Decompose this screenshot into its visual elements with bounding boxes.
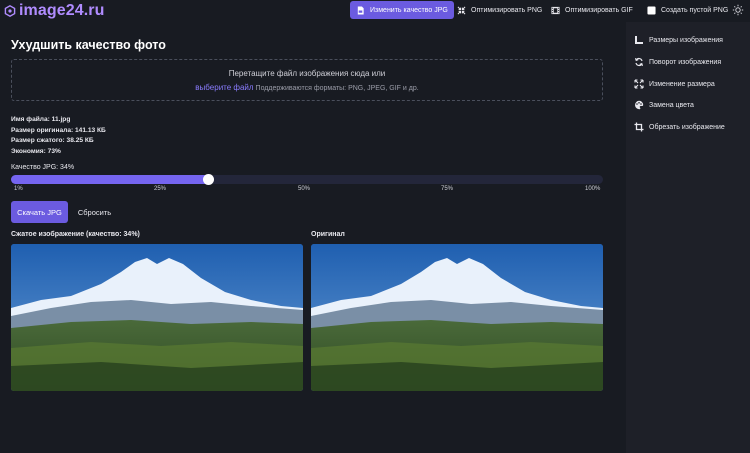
sidebar-item-label: Обрезать изображение <box>649 123 725 131</box>
nav-change-jpg-quality[interactable]: Изменить качество JPG <box>350 1 454 19</box>
dropzone-text: Перетащите файл изображения сюда или <box>228 69 386 78</box>
compressed-size: Размер сжатого: 38.25 КБ <box>11 137 94 144</box>
original-image-caption: Оригинал <box>311 231 345 238</box>
rotate-icon <box>634 57 644 67</box>
slider-tick: 100% <box>585 186 601 192</box>
sidebar-item-resize[interactable]: Изменение размера <box>634 77 715 91</box>
compressed-image <box>11 244 303 391</box>
file-dropzone[interactable]: Перетащите файл изображения сюда или выб… <box>11 59 603 101</box>
nav-label: Создать пустой PNG <box>661 6 729 14</box>
file-name: Имя файла: 11.jpg <box>11 116 71 123</box>
original-image <box>311 244 603 391</box>
sidebar-item-crop-image[interactable]: Обрезать изображение <box>634 120 725 134</box>
blank-square-icon <box>647 5 656 15</box>
supported-formats-text: Поддерживаются форматы: PNG, JPEG, GIF и… <box>255 85 419 92</box>
compressed-image-caption: Сжатое изображение (качество: 34%) <box>11 231 140 238</box>
logo-icon <box>4 5 16 17</box>
original-size: Размер оригинала: 141.13 КБ <box>11 126 106 134</box>
choose-file-link[interactable]: выберите файл <box>195 83 253 92</box>
logo[interactable]: image24.ru <box>4 2 104 20</box>
ruler-corner-icon <box>635 36 643 44</box>
slider-tick: 25% <box>154 186 167 192</box>
quality-slider[interactable] <box>11 174 603 185</box>
main-content: Ухудшить качество фото Перетащите файл и… <box>0 22 626 453</box>
slider-tick: 1% <box>14 186 23 192</box>
file-info: Имя файла: 11.jpg Размер оригинала: 141.… <box>11 115 106 157</box>
nav-create-blank-png[interactable]: Создать пустой PNG <box>641 1 734 19</box>
nav-optimize-gif[interactable]: Оптимизировать GIF <box>545 1 639 19</box>
top-header: image24.ru Изменить качество JPG Оптимиз… <box>0 0 750 22</box>
nav-label: Оптимизировать GIF <box>565 6 633 14</box>
quality-slider-thumb[interactable] <box>202 174 214 185</box>
sidebar-item-label: Размеры изображения <box>649 36 723 44</box>
resize-arrows-icon <box>634 79 644 89</box>
nav-label: Изменить качество JPG <box>370 6 448 14</box>
compress-arrows-icon <box>457 6 466 14</box>
sidebar-item-label: Поворот изображения <box>649 58 722 66</box>
logo-text: image24.ru <box>19 2 105 19</box>
quality-slider-fill <box>11 175 214 184</box>
reset-button[interactable]: Сбросить <box>72 201 117 223</box>
sidebar-item-image-dimensions[interactable]: Размеры изображения <box>634 33 723 47</box>
sidebar-item-label: Замена цвета <box>649 101 694 109</box>
nav-label: Оптимизировать PNG <box>471 6 543 14</box>
sidebar-item-rotate-image[interactable]: Поворот изображения <box>634 55 721 69</box>
page-title: Ухудшить качество фото <box>11 38 166 52</box>
file-jpg-icon <box>357 5 364 15</box>
sun-icon[interactable] <box>732 4 744 16</box>
tools-sidebar: Размеры изображения Поворот изображения … <box>626 22 750 453</box>
palette-icon <box>635 100 644 110</box>
film-icon <box>551 6 560 14</box>
slider-tick: 75% <box>441 186 454 192</box>
savings: Экономия: 73% <box>11 147 61 155</box>
crop-icon <box>634 122 644 132</box>
quality-label: Качество JPG: 34% <box>11 164 75 171</box>
nav-optimize-png[interactable]: Оптимизировать PNG <box>451 1 548 19</box>
slider-tick: 50% <box>298 186 311 192</box>
sidebar-item-label: Изменение размера <box>649 80 715 88</box>
dropzone-formats-line: выберите файл Поддерживаются форматы: PN… <box>12 83 602 92</box>
download-jpg-button[interactable]: Скачать JPG <box>11 201 68 223</box>
sidebar-item-color-replace[interactable]: Замена цвета <box>634 98 694 112</box>
